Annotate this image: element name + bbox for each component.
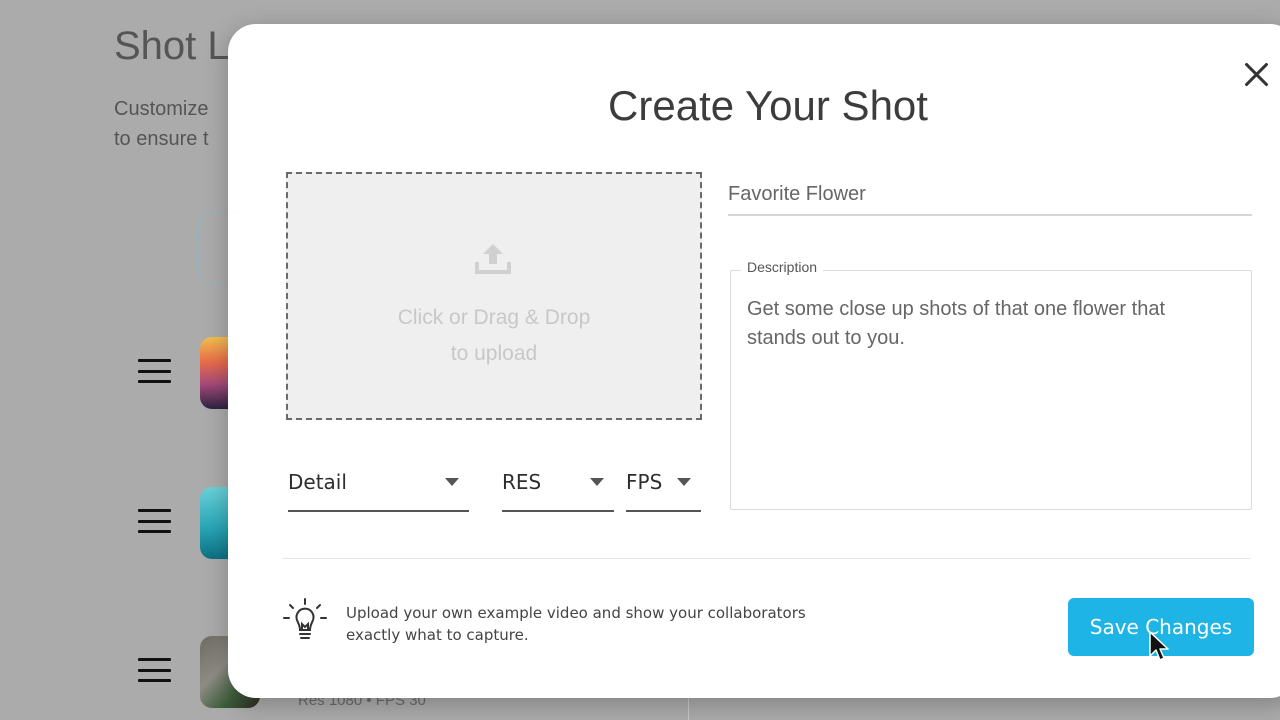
lightbulb-icon [283,598,327,639]
dropzone-line: Click or Drag & Drop [397,306,591,329]
fps-select[interactable]: FPS [626,466,701,512]
drag-handle-icon[interactable] [138,509,171,533]
res-select-value: RES [502,470,542,494]
page-title: Shot L [114,24,230,68]
chevron-down-icon [677,478,691,486]
shot-title-input[interactable] [728,174,1252,216]
drag-handle-icon[interactable] [138,658,171,682]
drag-handle-icon[interactable] [138,359,171,383]
description-textarea[interactable]: Get some close up shots of that one flow… [747,295,1227,495]
upload-dropzone[interactable]: Click or Drag & Drop to upload [286,172,702,420]
tip-text: Upload your own example video and show y… [346,602,866,646]
description-label: Description [741,259,824,275]
upload-icon [475,244,511,274]
chevron-down-icon [590,478,604,486]
divider [282,558,1250,559]
description-field[interactable]: Description Get some close up shots of t… [730,259,1252,510]
create-shot-modal: Create Your Shot Click or Drag & Drop to… [228,24,1280,698]
fps-select-value: FPS [626,470,663,494]
detail-select[interactable]: Detail [288,466,469,512]
tip-line: exactly what to capture. [346,626,529,644]
dropzone-text: Click or Drag & Drop to upload [288,300,700,372]
tip-line: Upload your own example video and show y… [346,604,806,622]
modal-title: Create Your Shot [608,82,928,129]
detail-select-value: Detail [288,470,347,494]
res-select[interactable]: RES [502,466,614,512]
dropzone-line: to upload [450,342,538,365]
mouse-cursor-icon [1149,631,1169,661]
chevron-down-icon [445,478,459,486]
divider [688,698,689,720]
